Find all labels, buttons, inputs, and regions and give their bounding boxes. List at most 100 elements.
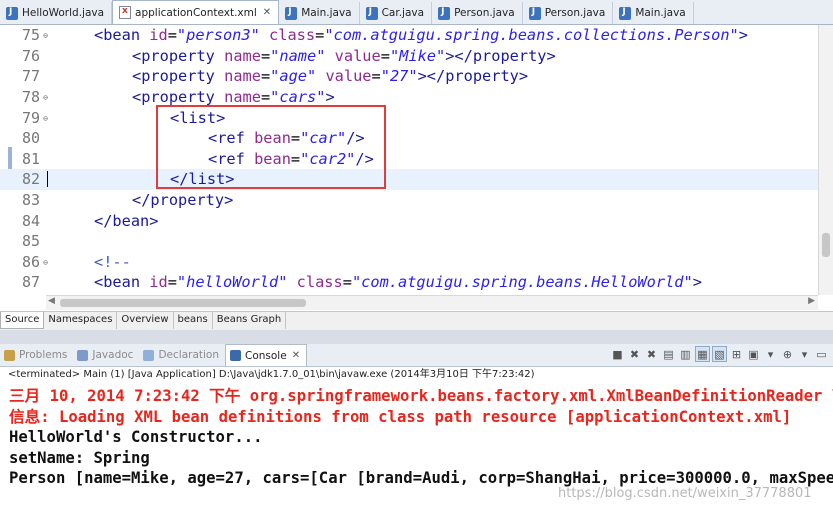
code-text: <bean id="person3" class="com.atguigu.sp…	[94, 26, 748, 45]
editor-tab[interactable]: applicationContext.xml ✕	[112, 0, 280, 24]
code-text: <bean id="helloWorld" class="com.atguigu…	[94, 273, 702, 292]
line-number: 82	[0, 170, 46, 188]
view-tab-label: Javadoc	[92, 349, 134, 361]
line-number-text: 80	[21, 129, 40, 148]
code-line[interactable]: 78 ⊖ <property name="cars">	[0, 87, 833, 108]
scroll-lock-icon[interactable]: ▥	[678, 346, 693, 362]
code-line[interactable]: 79 ⊖ <list>	[0, 107, 833, 128]
console-line: 信息: Loading XML bean definitions from cl…	[9, 407, 792, 426]
code-text: <property name="age" value="27"></proper…	[132, 67, 529, 86]
line-number-text: 75	[21, 26, 40, 45]
line-number: 81	[0, 150, 46, 168]
dropdown-icon[interactable]: ▾	[763, 346, 778, 362]
line-number-text: 82	[21, 170, 40, 189]
code-text: </property>	[132, 191, 234, 210]
editor-tab[interactable]: Main.java	[279, 2, 360, 24]
view-tab[interactable]: Declaration	[139, 344, 225, 366]
watermark: https://blog.csdn.net/weixin_37778801	[558, 486, 812, 501]
view-tab[interactable]: Console ✕	[225, 344, 308, 366]
editor-tab[interactable]: Person.java	[432, 2, 523, 24]
line-number-text: 85	[21, 232, 40, 251]
editor-page-tab[interactable]: beans	[174, 312, 213, 329]
clear-console-icon[interactable]: ▤	[661, 346, 676, 362]
code-line[interactable]: 84 </bean>	[0, 210, 833, 231]
fold-toggle-icon[interactable]: ⊖	[43, 258, 48, 267]
close-tab-icon[interactable]: ✕	[263, 7, 271, 18]
view-separator	[0, 330, 833, 344]
console-line: HelloWorld's Constructor...	[9, 428, 263, 447]
java-file-icon	[6, 6, 18, 20]
editor-page-tab[interactable]: Overview	[117, 312, 174, 329]
view-tab-label: Declaration	[158, 349, 219, 361]
editor-vertical-scrollbar[interactable]	[818, 25, 833, 295]
code-line[interactable]: 77 <property name="age" value="27"></prop…	[0, 66, 833, 87]
horizontal-scroll-thumb[interactable]	[60, 299, 306, 307]
tab-label: Person.java	[454, 7, 515, 19]
scroll-left-icon[interactable]: ◀	[48, 296, 55, 306]
code-line[interactable]: 87 <bean id="helloWorld" class="com.atgui…	[0, 272, 833, 293]
code-line[interactable]: 76 <property name="name" value="Mike"></p…	[0, 46, 833, 67]
terminate-icon[interactable]: ■	[610, 346, 625, 362]
line-number: 87	[0, 273, 46, 291]
tab-label: Main.java	[635, 7, 686, 19]
highlight-box	[156, 105, 386, 189]
word-wrap-icon[interactable]: ▦	[695, 346, 710, 362]
vertical-scroll-thumb[interactable]	[822, 233, 830, 257]
code-line[interactable]: 80 <ref bean="car"/>	[0, 128, 833, 149]
code-line[interactable]: 83 </property>	[0, 190, 833, 211]
editor-page-tab[interactable]: Source	[0, 312, 45, 329]
console-line: 三月 10, 2014 7:23:42 下午 org.springframewo…	[9, 387, 833, 405]
code-line[interactable]: 82 </list>	[0, 169, 833, 190]
line-number-text: 87	[21, 273, 40, 292]
code-line[interactable]: 86 ⊖ <!--	[0, 252, 833, 273]
tab-label: Person.java	[544, 7, 606, 19]
editor-tab[interactable]: HelloWorld.java	[0, 2, 113, 24]
code-line[interactable]: 75 ⊖ <bean id="person3" class="com.atguigu…	[0, 25, 833, 46]
remove-all-icon[interactable]: ✖	[644, 346, 659, 362]
editor-tab[interactable]: Main.java	[613, 2, 694, 24]
code-text: <property name="cars">	[132, 88, 335, 107]
declaration-icon	[143, 349, 155, 361]
code-text: <!--	[94, 252, 131, 271]
minimize-icon[interactable]: ▭	[814, 346, 829, 362]
java-file-icon	[619, 6, 632, 20]
editor-page-tab[interactable]: Beans Graph	[213, 312, 287, 329]
show-stdout-icon[interactable]: ▧	[712, 346, 727, 362]
xml-editor[interactable]: 75 ⊖ <bean id="person3" class="com.atguigu…	[0, 25, 833, 295]
line-number-text: 79	[21, 108, 40, 127]
view-tab[interactable]: Javadoc	[73, 344, 139, 366]
tab-label: Car.java	[381, 7, 425, 19]
code-line[interactable]: 81 <ref bean="car2"/>	[0, 149, 833, 170]
fold-toggle-icon[interactable]: ⊖	[43, 31, 48, 40]
line-number-text: 76	[21, 46, 40, 65]
close-view-icon[interactable]: ✕	[292, 350, 300, 361]
javadoc-icon	[77, 349, 89, 361]
fold-toggle-icon[interactable]: ⊖	[43, 93, 48, 102]
line-number: 77	[0, 67, 46, 85]
text-caret	[47, 171, 48, 187]
line-number-text: 86	[21, 252, 40, 271]
code-line[interactable]: 85	[0, 231, 833, 252]
remove-launch-icon[interactable]: ✖	[627, 346, 642, 362]
console-line: setName: Spring	[9, 448, 150, 467]
view-tab[interactable]: Problems	[0, 344, 73, 366]
display-console-icon[interactable]: ▣	[746, 346, 761, 362]
code-text: </bean>	[94, 211, 159, 230]
scroll-right-icon[interactable]: ▶	[808, 296, 815, 306]
editor-page-tab[interactable]: Namespaces	[44, 312, 118, 329]
pin-console-icon[interactable]: ⊞	[729, 346, 744, 362]
editor-page-tabs: Source Namespaces Overview beans Beans Graph	[0, 311, 833, 331]
fold-toggle-icon[interactable]: ⊖	[43, 114, 48, 123]
editor-horizontal-scrollbar[interactable]: ◀ ▶	[46, 295, 818, 310]
editor-tab[interactable]: Car.java	[360, 2, 433, 24]
editor-tab[interactable]: Person.java	[523, 2, 614, 24]
java-file-icon	[438, 6, 451, 20]
line-number-text: 78	[21, 88, 40, 107]
open-console-icon[interactable]: ⊕	[780, 346, 795, 362]
line-number: 86 ⊖	[0, 252, 48, 271]
dropdown-icon[interactable]: ▾	[797, 346, 812, 362]
line-number: 79 ⊖	[0, 108, 48, 127]
line-number: 84	[0, 212, 46, 230]
view-tab-label: Problems	[19, 349, 68, 361]
line-number: 75 ⊖	[0, 26, 48, 45]
